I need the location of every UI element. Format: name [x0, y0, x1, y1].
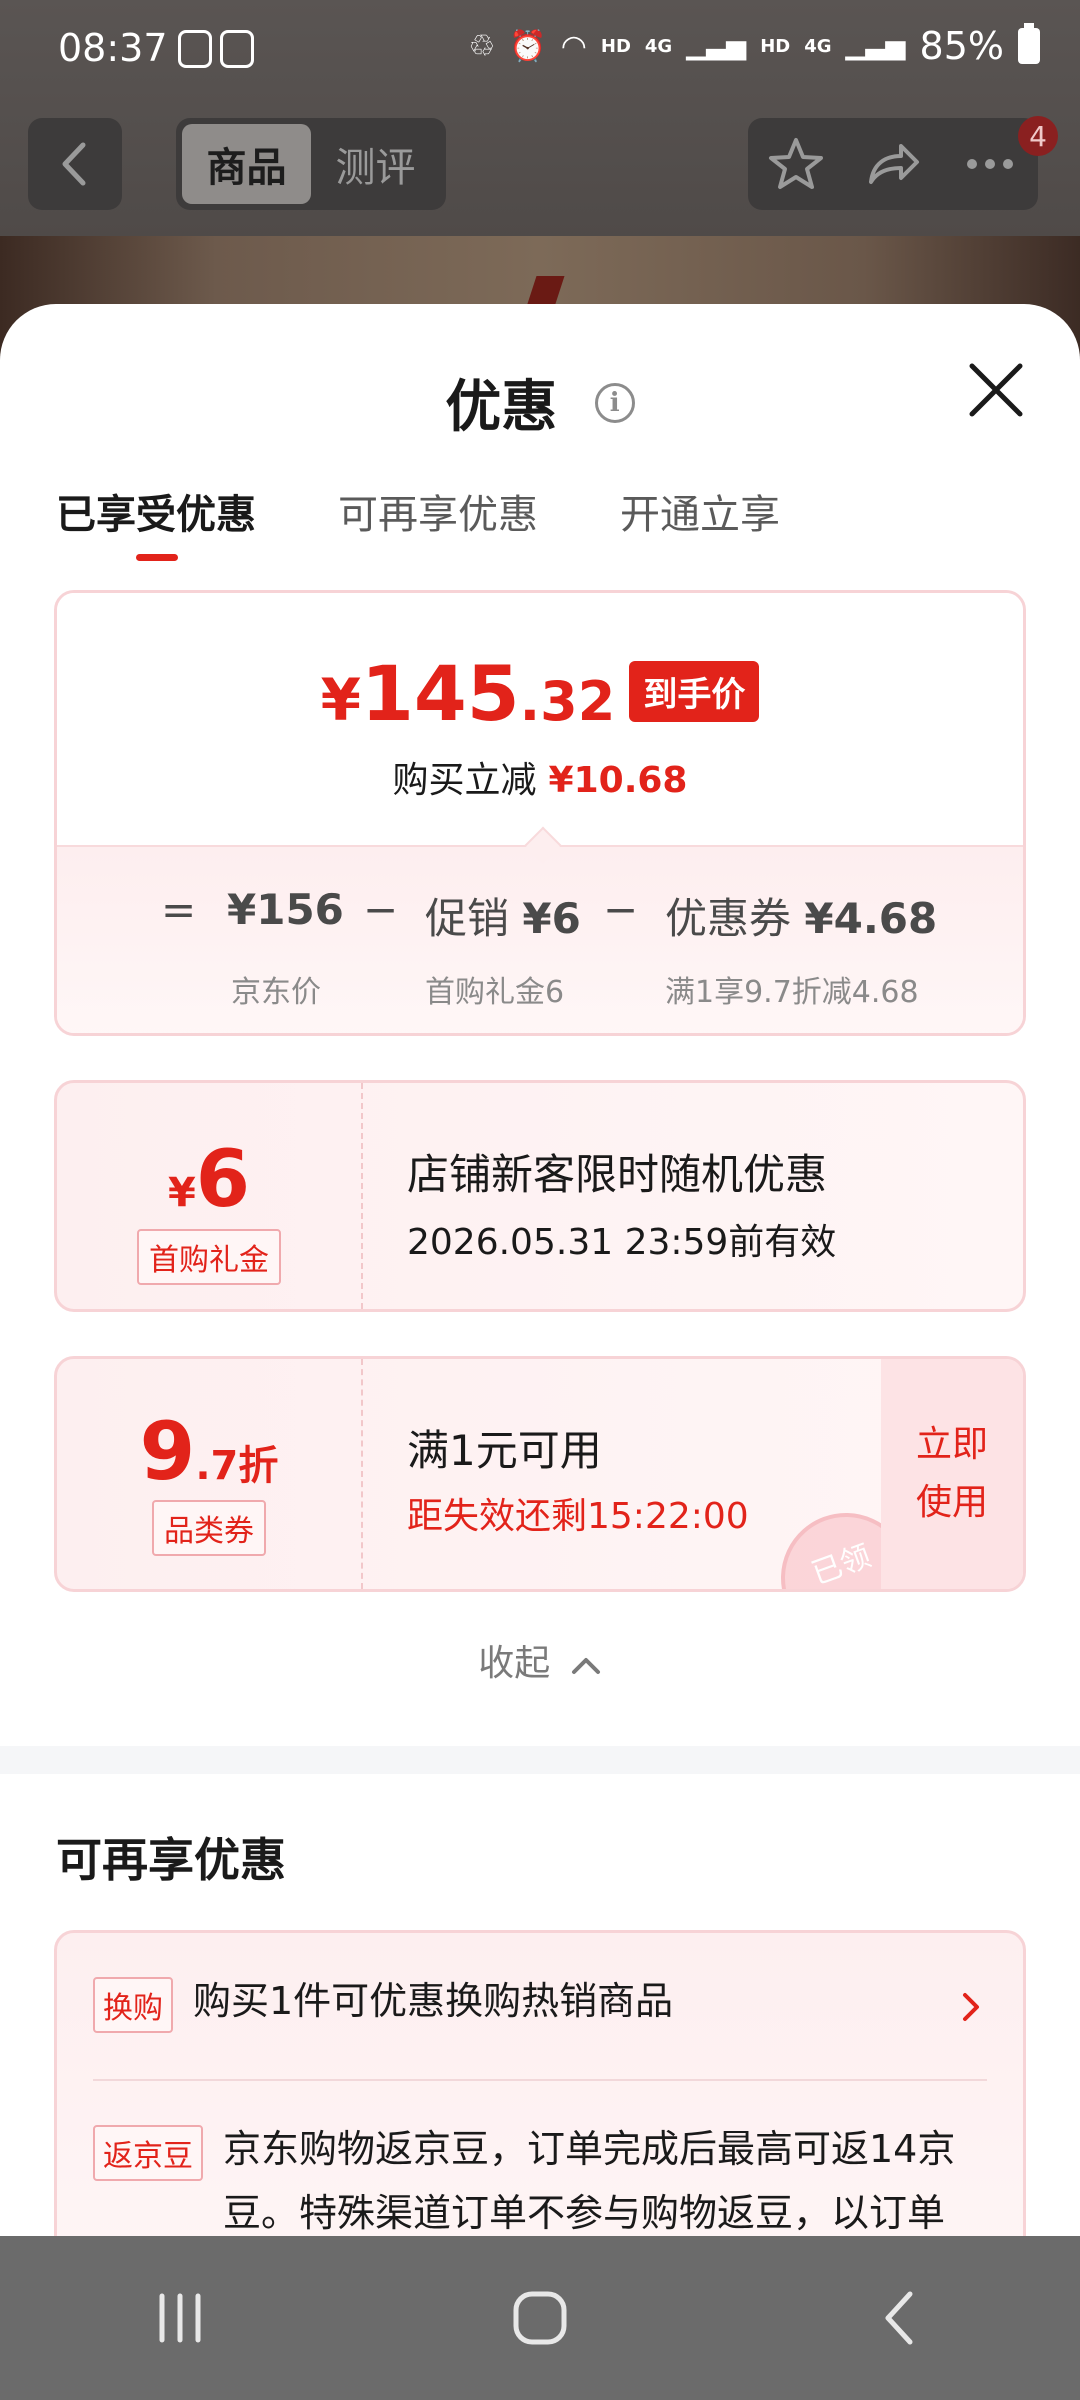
- tab-available[interactable]: 可再享优惠: [338, 482, 538, 562]
- final-price: ¥145.32 到手价: [57, 649, 1023, 738]
- favorite-button[interactable]: [763, 131, 829, 197]
- notification-badge: 4: [1018, 116, 1058, 156]
- segment-goods[interactable]: 商品: [182, 124, 311, 204]
- status-time: 08:37: [58, 26, 168, 70]
- notification-icon: [178, 30, 212, 68]
- coupon-type-tag: 品类券: [152, 1500, 266, 1556]
- signal-label: 4G: [804, 35, 832, 57]
- tab-activate[interactable]: 开通立享: [620, 482, 780, 562]
- signal-label: 4G: [644, 35, 673, 57]
- reduce-line: 购买立减 ¥10.68: [57, 751, 1023, 803]
- discount-sheet: 优惠 i 已享受优惠 可再享优惠 开通立享 ¥145.32 到手价 购买立减 ¥10…: [0, 304, 1080, 2400]
- sheet-title: 优惠: [445, 375, 558, 440]
- more-icon: [966, 159, 1013, 169]
- minus-sign: −: [363, 885, 399, 934]
- section-title: 可再享优惠: [56, 1833, 286, 1887]
- back-icon: [885, 2291, 913, 2345]
- coupon-amount: ¥6: [167, 1135, 251, 1225]
- battery-icon: [1018, 23, 1040, 64]
- more-button[interactable]: [957, 131, 1023, 197]
- segment-control: 商品 测评: [176, 118, 446, 210]
- jingdou-text: 京东购物返京豆，订单完成后最高可返14京豆。特殊渠道订单不参与购物返豆，以订单: [223, 2127, 956, 2235]
- signal-icon: ▁▃▅: [686, 31, 747, 61]
- exchange-tag: 换购: [93, 1977, 173, 2033]
- coupon-label: 满1享9.7折减4.68: [665, 975, 919, 1010]
- recent-apps-button[interactable]: [130, 2268, 230, 2368]
- chevron-up-icon: [571, 1658, 600, 1674]
- list-item-exchange[interactable]: 换购 购买1件可优惠换购热销商品: [93, 1969, 987, 2049]
- coupon-card-gift[interactable]: ¥6 首购礼金 店铺新客限时随机优惠 2026.05.31 23:59前有效: [54, 1080, 1026, 1312]
- status-bar: 08:37 ♲ ⏰ ◠ HD 4G ▁▃▅ HD 4G ▁▃▅ 85%: [0, 0, 1080, 100]
- close-button[interactable]: [964, 358, 1028, 422]
- price-integer: 145: [361, 649, 520, 738]
- coupon-card-category: 9.7折 品类券 满1元可用 距失效还剩15:22:00 已领 立即 使用: [54, 1356, 1026, 1592]
- final-price-tag: 到手价: [629, 661, 760, 722]
- price-summary-card: ¥145.32 到手价 购买立减 ¥10.68 = ¥156 − 促销 ¥6 − 优…: [54, 590, 1026, 1036]
- use-now-button[interactable]: 立即 使用: [881, 1359, 1023, 1589]
- price-breakdown: = ¥156 − 促销 ¥6 − 优惠券 ¥4.68 京东价 首购礼金6 满1享…: [57, 845, 1023, 1033]
- section-divider: [0, 1746, 1080, 1774]
- price-decimal: .32: [519, 670, 616, 733]
- coupon-type-tag: 首购礼金: [137, 1229, 281, 1285]
- collapse-button[interactable]: 收起: [0, 1634, 1080, 1686]
- signal-label: HD: [760, 35, 791, 57]
- close-icon: [969, 363, 1023, 417]
- chevron-left-icon: [62, 142, 86, 186]
- tab-enjoyed[interactable]: 已享受优惠: [56, 482, 256, 562]
- recycle-icon: ♲: [468, 28, 496, 64]
- info-icon[interactable]: i: [594, 382, 635, 423]
- recent-apps-icon: [159, 2293, 201, 2343]
- promo-label: 首购礼金6: [425, 975, 565, 1010]
- discount-tabs: 已享受优惠 可再享优惠 开通立享: [56, 482, 780, 562]
- coupon-title: 满1元可用: [407, 1426, 602, 1475]
- reduce-label: 购买立减: [392, 760, 537, 801]
- divider: [93, 2079, 987, 2081]
- share-icon: [868, 144, 919, 184]
- reduce-amount: ¥10.68: [548, 760, 688, 801]
- coupon-amount: 优惠券 ¥4.68: [665, 894, 938, 943]
- star-icon: [769, 138, 824, 189]
- app-notification-icon: [220, 30, 254, 68]
- alarm-icon: ⏰: [509, 28, 547, 64]
- coupon-discount: 9.7折: [139, 1405, 279, 1498]
- wifi-icon: ◠: [560, 28, 587, 64]
- coupon-expiry: 2026.05.31 23:59前有效: [407, 1222, 837, 1263]
- base-price-label: 京东价: [231, 975, 321, 1010]
- minus-sign: −: [603, 885, 639, 934]
- coupon-title: 店铺新客限时随机优惠: [407, 1150, 828, 1199]
- exchange-text: 购买1件可优惠换购热销商品: [193, 1979, 674, 2023]
- system-navigation-bar: [0, 2236, 1080, 2400]
- share-button[interactable]: [860, 131, 926, 197]
- back-button[interactable]: [28, 118, 122, 210]
- battery-percent: 85%: [919, 24, 1004, 68]
- header-actions: [748, 118, 1038, 210]
- base-price: ¥156: [227, 885, 344, 934]
- home-button[interactable]: [490, 2268, 590, 2368]
- jingdou-tag: 返京豆: [93, 2125, 203, 2181]
- signal-icon: ▁▃▅: [845, 31, 906, 61]
- chevron-right-icon: [963, 1993, 979, 2021]
- equals-sign: =: [161, 885, 197, 934]
- signal-label: HD: [600, 35, 631, 57]
- system-back-button[interactable]: [850, 2268, 950, 2368]
- segment-review[interactable]: 测评: [311, 124, 440, 204]
- home-icon: [513, 2291, 567, 2345]
- coupon-countdown: 距失效还剩15:22:00: [407, 1496, 749, 1537]
- promo-amount: 促销 ¥6: [425, 894, 581, 943]
